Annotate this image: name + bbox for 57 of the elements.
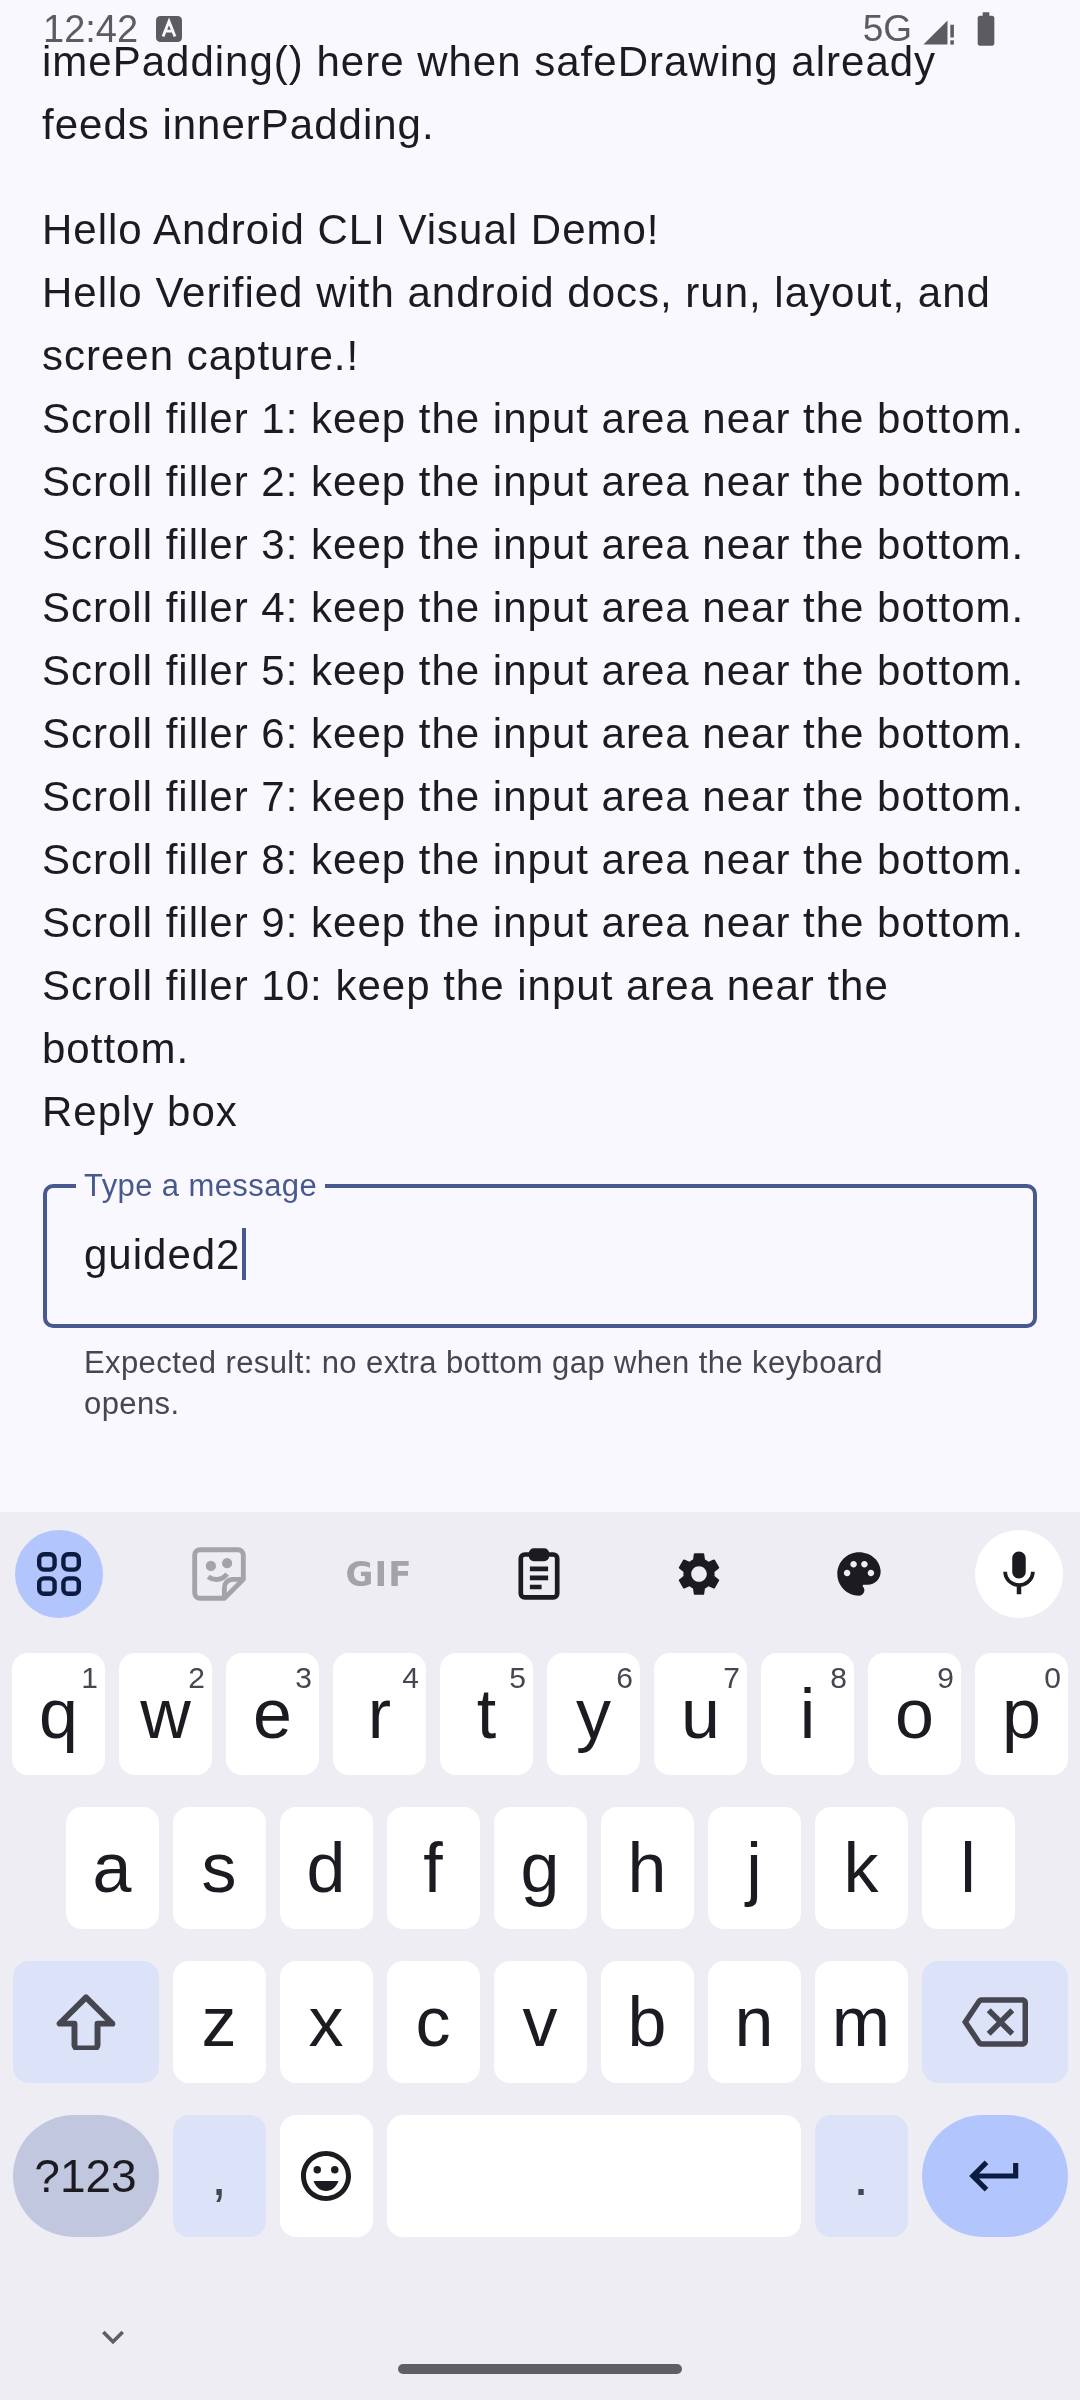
letter-key[interactable]: s [172,1807,266,1929]
key-hint-digit: 0 [1044,1663,1061,1693]
key-hint-digit: 3 [295,1663,312,1693]
field-label: Type a message [83,1167,319,1205]
letter-key[interactable]: a [65,1807,159,1929]
letter-key[interactable]: m [814,1961,908,2083]
letter-key[interactable]: g [493,1807,587,1929]
letter-key[interactable]: k [814,1807,908,1929]
key-hint-digit: 1 [81,1663,98,1693]
letter-key[interactable]: n [707,1961,801,2083]
letter-key[interactable]: h [600,1807,694,1929]
body-text: feeds innerPadding. [42,100,435,150]
letter-key[interactable]: i 8 [761,1653,854,1775]
notification-icon [156,16,183,42]
body-text: Scroll filler 1: keep the input area near the bottom. [42,394,1025,444]
body-text: Hello Verified with android docs, run, layout, and screen capture.! [42,268,992,381]
key-hint-digit: 2 [188,1663,205,1693]
body-text: Scroll filler 3: keep the input area near the bottom. [42,520,1025,570]
sticker-icon [192,1547,246,1601]
shift-icon [55,1994,116,2050]
body-text: Scroll filler 5: keep the input area near the bottom. [42,646,1025,696]
letter-key[interactable]: l [921,1807,1015,1929]
key-hint-digit: 4 [402,1663,419,1693]
letter-key[interactable]: z [172,1961,266,2083]
supporting-text: Expected result: no extra bottom gap when the keyboard opens. [83,1344,884,1423]
punctuation-key[interactable]: , [172,2115,266,2237]
letter-key[interactable]: f [386,1807,480,1929]
backspace-key[interactable] [921,1961,1068,2083]
text-cursor [242,1228,247,1280]
shift-key[interactable] [12,1961,159,2083]
body-text: Scroll filler 6: keep the input area near the bottom. [42,709,1025,759]
body-text: Scroll filler 7: keep the input area near the bottom. [42,772,1025,822]
symbols-key[interactable]: ?123 [12,2115,159,2237]
network-type: 5G [862,15,912,43]
body-text: Hello Android CLI Visual Demo! [42,205,660,255]
body-text: Scroll filler 9: keep the input area near the bottom. [42,898,1025,948]
body-text: Scroll filler 8: keep the input area near the bottom. [42,835,1025,885]
letter-key[interactable]: v [493,1961,587,2083]
letter-key[interactable]: x [279,1961,373,2083]
input-value: guided2 [84,1229,241,1280]
letter-key[interactable]: b [600,1961,694,2083]
key-hint-digit: 6 [616,1663,633,1693]
key-hint-digit: 7 [723,1663,740,1693]
emoji-key[interactable] [279,2115,373,2237]
body-text: Reply box [42,1087,238,1137]
key-hint-digit: 8 [830,1663,847,1693]
letter-key[interactable]: d [279,1807,373,1929]
grid-icon [37,1552,81,1596]
body-text: Scroll filler 10: keep the input area near the bottom. [42,961,890,1074]
body-text: Scroll filler 4: keep the input area near the bottom. [42,583,1025,633]
body-text: Scroll filler 2: keep the input area near the bottom. [42,457,1025,507]
clipboard-icon [516,1548,562,1600]
key-hint-digit: 5 [509,1663,526,1693]
key-hint-digit: 9 [937,1663,954,1693]
letter-key[interactable]: j [707,1807,801,1929]
punctuation-key[interactable]: . [814,2115,908,2237]
letter-key[interactable]: c [386,1961,480,2083]
